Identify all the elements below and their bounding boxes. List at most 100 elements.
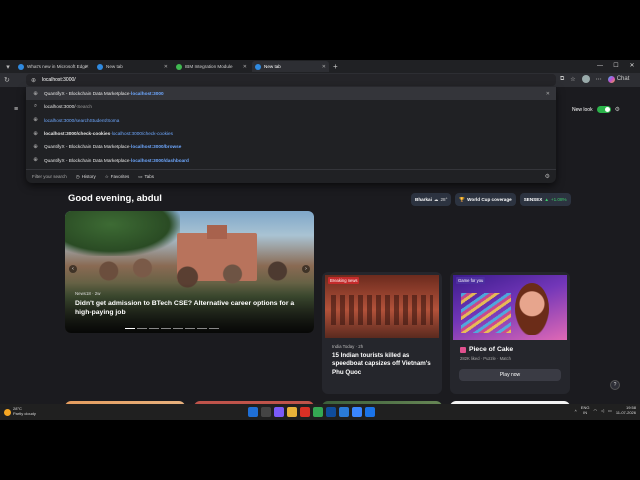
close-icon[interactable]: ✕ bbox=[322, 64, 326, 70]
carousel-dot[interactable] bbox=[125, 327, 135, 329]
close-icon[interactable]: ✕ bbox=[85, 64, 89, 70]
tab-new-tab[interactable]: New tab ✕ bbox=[94, 61, 171, 72]
world-cup-pill[interactable]: 🏆 World Cup coverage bbox=[455, 193, 516, 206]
lang-region: IN bbox=[583, 409, 588, 415]
system-tray: ˄ ENG IN ◠ ◁ ▭ 19:58 11-07-2026 bbox=[574, 405, 636, 416]
sensex-pill[interactable]: SENSEX ▲ +1.08% bbox=[519, 193, 571, 206]
menu-icon[interactable]: ≡ bbox=[14, 106, 18, 113]
news-title[interactable]: Didn't get admission to BTech CSE? Alter… bbox=[75, 300, 300, 318]
weather-widget[interactable]: 28°C Partly cloudy bbox=[4, 406, 36, 417]
new-look-toggle[interactable] bbox=[596, 106, 611, 113]
favorites-icon[interactable]: ☆ bbox=[570, 76, 575, 83]
edge-taskbar-icon[interactable] bbox=[326, 407, 336, 417]
minimize-icon[interactable]: — bbox=[592, 60, 608, 72]
suggestion-item[interactable]: ⊕ QuantifyX - Blockchain Data Marketplac… bbox=[26, 87, 556, 101]
calculator-icon[interactable] bbox=[352, 407, 362, 417]
suggestion-item[interactable]: ⊕ localhost:3000/searchStudent/Soma bbox=[26, 114, 556, 127]
globe-icon: ⊕ bbox=[33, 143, 38, 150]
profile-avatar[interactable] bbox=[581, 75, 590, 83]
tab-ibm-integration[interactable]: IBM Integration Module ✕ bbox=[173, 61, 250, 72]
close-window-icon[interactable]: ✕ bbox=[624, 60, 640, 72]
tab-new-tab-active[interactable]: New tab ✕ bbox=[252, 61, 329, 72]
carousel-dot[interactable] bbox=[137, 327, 147, 329]
tab-bar: ▾ What's new in Microsoft Edge ✕ New tab ✕… bbox=[0, 60, 640, 73]
more-icon[interactable]: ⋯ bbox=[596, 76, 602, 83]
address-text[interactable]: localhost:3000/ bbox=[42, 77, 76, 83]
suggestion-title: localhost:3000/check-cookies bbox=[44, 131, 111, 137]
carousel-dot[interactable] bbox=[161, 327, 171, 329]
suggestion-item[interactable]: ⊕ QuantifyX - Blockchain Data Marketplac… bbox=[26, 153, 556, 166]
settings-icon[interactable]: ⚙ bbox=[615, 106, 620, 113]
weather-icon bbox=[4, 408, 11, 416]
greeting: Good evening, abdul bbox=[68, 193, 162, 204]
breaking-badge: Breaking news bbox=[328, 277, 360, 284]
play-now-button[interactable]: Play now bbox=[459, 369, 561, 381]
refresh-icon[interactable]: ↻ bbox=[4, 76, 10, 84]
new-tab-button[interactable]: + bbox=[333, 62, 338, 71]
carousel-dot[interactable] bbox=[185, 327, 195, 329]
tab-label: What's new in Microsoft Edge bbox=[27, 64, 88, 69]
carousel-dot[interactable] bbox=[149, 327, 159, 329]
cloud-icon: ☁ bbox=[433, 196, 439, 202]
prev-arrow-icon[interactable]: ‹ bbox=[69, 265, 77, 273]
tab-actions-icon[interactable]: ▾ bbox=[3, 62, 13, 72]
news-title[interactable]: 15 Indian tourists killed as speedboat c… bbox=[332, 352, 436, 377]
address-bar[interactable]: ⊕ localhost:3000/ bbox=[26, 74, 556, 86]
filter-label: Filter your search bbox=[32, 174, 67, 179]
suggestion-title: QuantifyX - Blockchain Data Marketplace bbox=[44, 157, 130, 163]
extensions-icon[interactable]: ⧉ bbox=[560, 76, 564, 83]
suggestion-item[interactable]: ⊕ QuantifyX - Blockchain Data Marketplac… bbox=[26, 140, 556, 153]
help-icon[interactable]: ? bbox=[610, 380, 620, 390]
copilot-taskbar-icon[interactable] bbox=[274, 407, 284, 417]
edge-icon bbox=[18, 63, 24, 70]
carousel-dot[interactable] bbox=[197, 327, 207, 329]
search-icon[interactable] bbox=[261, 407, 271, 417]
chrome-icon[interactable] bbox=[313, 407, 323, 417]
game-title-text: Piece of Cake bbox=[469, 346, 514, 353]
game-title: Piece of Cake bbox=[460, 346, 513, 353]
game-art-pencils bbox=[461, 293, 511, 333]
history-filter[interactable]: ◷ History bbox=[76, 174, 96, 180]
remove-suggestion-icon[interactable]: ✕ bbox=[546, 91, 550, 97]
suggestion-item[interactable]: ⌕ localhost:3000/ - Search bbox=[26, 100, 556, 113]
breaking-news-card[interactable]: Breaking news India Today · 2h 15 Indian… bbox=[322, 272, 442, 394]
maximize-icon[interactable]: ☐ bbox=[608, 60, 624, 72]
hero-news-card[interactable]: ‹ › News18 · 2w Didn't get admission to … bbox=[65, 211, 314, 333]
edge-icon bbox=[255, 63, 261, 70]
suggestion-title: QuantifyX - Blockchain Data Marketplace bbox=[44, 91, 130, 97]
trophy-icon: 🏆 bbox=[459, 196, 466, 202]
tabs-filter[interactable]: ▭ Tabs bbox=[138, 174, 154, 180]
youtube-icon[interactable] bbox=[300, 407, 310, 417]
new-look-toggle-group: New look ⚙ bbox=[572, 106, 620, 113]
new-look-label: New look bbox=[572, 106, 593, 113]
clock[interactable]: 19:58 11-07-2026 bbox=[616, 405, 636, 416]
chevron-up-icon[interactable]: ˄ bbox=[574, 408, 576, 413]
history-icon: ◷ bbox=[75, 173, 80, 179]
close-icon[interactable]: ✕ bbox=[164, 64, 168, 70]
battery-icon[interactable]: ▭ bbox=[608, 408, 612, 413]
suggestions-footer: Filter your search ◷ History ☆ Favorites ▭… bbox=[26, 169, 556, 183]
close-icon[interactable]: ✕ bbox=[243, 64, 247, 70]
carousel-dot[interactable] bbox=[173, 327, 183, 329]
vscode-icon[interactable] bbox=[339, 407, 349, 417]
globe-icon: ⊕ bbox=[31, 77, 37, 84]
suggestion-item[interactable]: ⊕ localhost:3000/check-cookies - localho… bbox=[26, 127, 556, 140]
gear-icon[interactable]: ⚙ bbox=[545, 173, 550, 180]
copilot-chat-button[interactable]: Chat bbox=[607, 75, 629, 83]
edge-browser-icon[interactable] bbox=[365, 407, 375, 417]
game-card[interactable]: Game for you Piece of Cake 282K liked · … bbox=[450, 272, 570, 394]
next-arrow-icon[interactable]: › bbox=[302, 265, 310, 273]
file-explorer-icon[interactable] bbox=[287, 407, 297, 417]
weather-pill[interactable]: Bharkai ☁ 28° bbox=[411, 193, 452, 206]
game-icon bbox=[460, 346, 466, 353]
volume-icon[interactable]: ◁ bbox=[601, 408, 604, 413]
tab-whats-new[interactable]: What's new in Microsoft Edge ✕ bbox=[15, 61, 92, 72]
carousel-dot[interactable] bbox=[209, 327, 219, 329]
globe-icon: ⊕ bbox=[33, 157, 38, 164]
language-indicator[interactable]: ENG IN bbox=[581, 405, 590, 416]
wifi-icon[interactable]: ◠ bbox=[593, 408, 597, 413]
up-arrow-icon: ▲ bbox=[544, 197, 549, 202]
toolbar-right: ⧉ ☆ ⋯ Chat bbox=[560, 75, 629, 83]
favorites-filter[interactable]: ☆ Favorites bbox=[105, 174, 130, 180]
start-icon[interactable] bbox=[248, 407, 258, 417]
